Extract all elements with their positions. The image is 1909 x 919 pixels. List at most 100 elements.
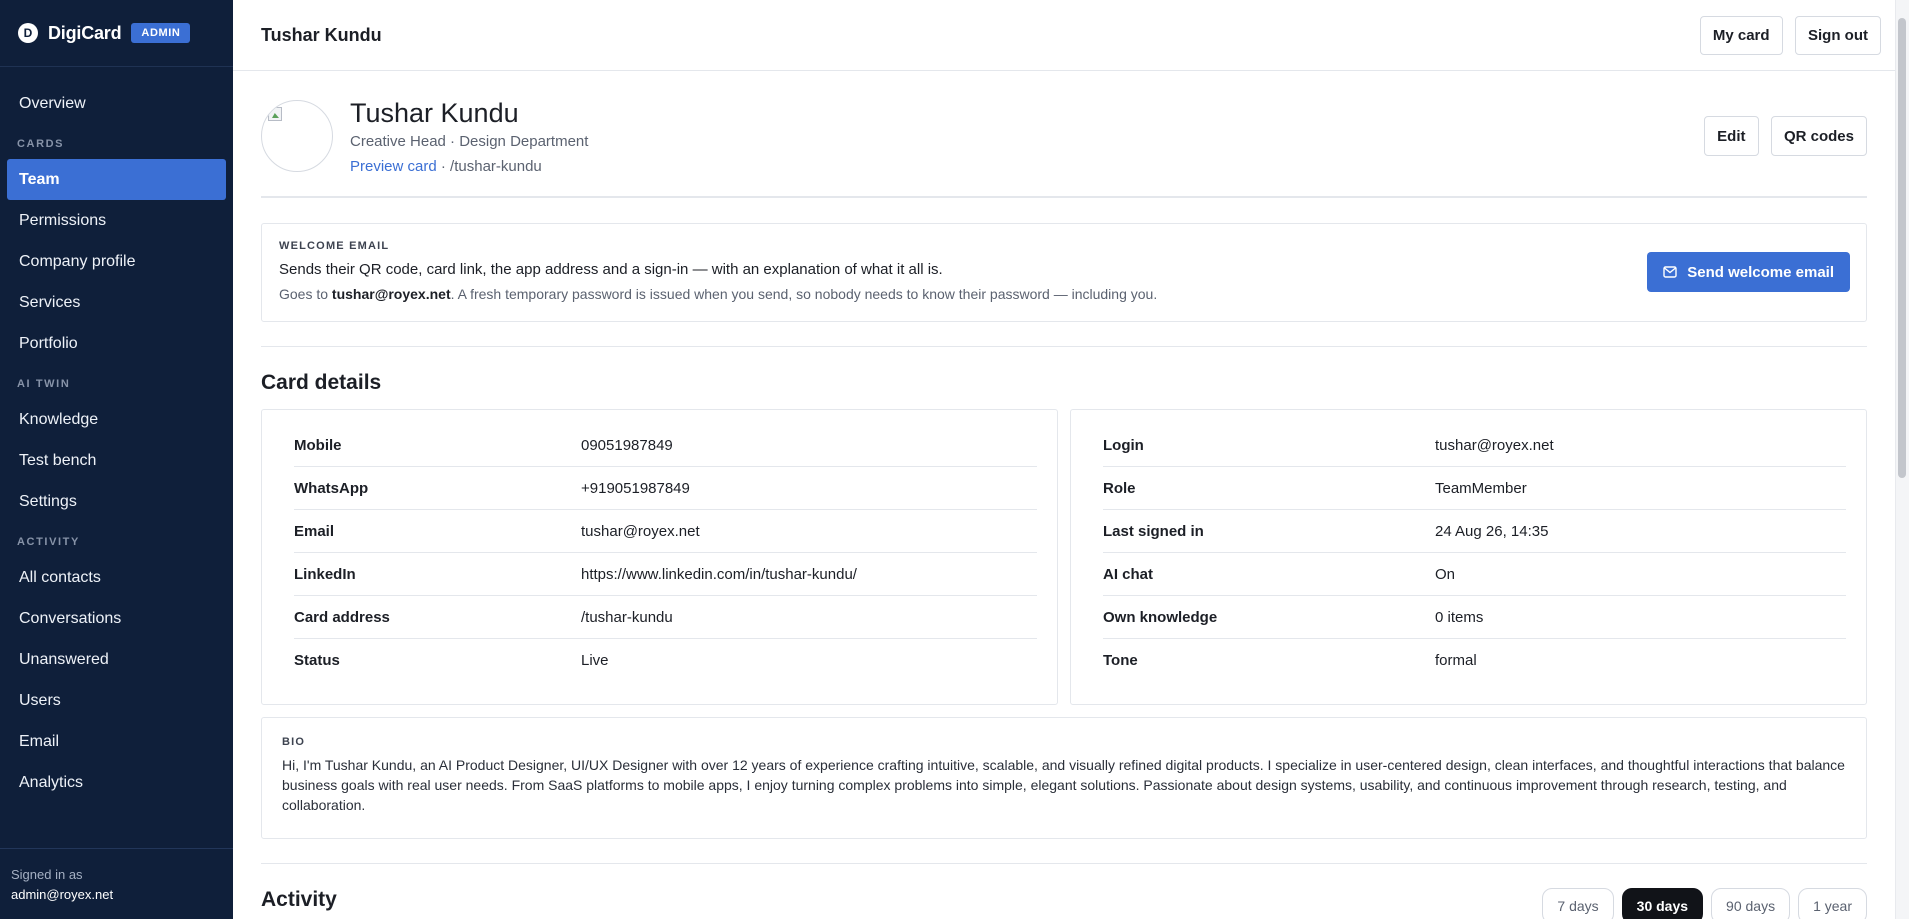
detail-key: WhatsApp — [294, 479, 369, 497]
detail-value: /tushar-kundu — [581, 608, 673, 626]
detail-key: AI chat — [1103, 565, 1154, 583]
brand-name: DigiCard — [48, 22, 122, 43]
welcome-email-panel: WELCOME EMAIL Sends their QR code, card … — [261, 223, 1867, 322]
content: Tushar Kundu Creative Head · Design Depa… — [233, 71, 1909, 919]
send-welcome-email-button[interactable]: Send welcome email — [1647, 252, 1850, 292]
scrollbar-thumb[interactable] — [1898, 18, 1906, 478]
detail-row-card-address: Card address/tushar-kundu — [294, 596, 1037, 639]
detail-value: Live — [581, 652, 609, 669]
nav-section-activity: ACTIVITY — [17, 536, 80, 548]
profile-name: Tushar Kundu — [350, 98, 519, 128]
profile-slug: /tushar-kundu — [450, 158, 542, 175]
sidebar-item-knowledge[interactable]: Knowledge — [7, 399, 226, 440]
profile-header: Tushar Kundu Creative Head · Design Depa… — [261, 71, 1867, 198]
detail-key: Status — [294, 652, 340, 669]
main-panel: Tushar Kundu My card Sign out Tushar Kun… — [233, 0, 1909, 919]
detail-key: Login — [1103, 436, 1144, 454]
sidebar-item-conversations[interactable]: Conversations — [7, 598, 226, 639]
range-7-days-button[interactable]: 7 days — [1542, 888, 1614, 919]
detail-key: Tone — [1103, 652, 1138, 669]
sidebar-item-analytics[interactable]: Analytics — [7, 762, 226, 803]
detail-row-login: Login tushar@royex.net — [1103, 424, 1846, 467]
detail-value: 09051987849 — [581, 436, 673, 454]
sidebar-item-test-bench[interactable]: Test bench — [7, 440, 226, 481]
sidebar-item-portfolio[interactable]: Portfolio — [7, 323, 226, 364]
profile-links: Preview card · /tushar-kundu — [350, 158, 588, 175]
detail-value: https://www.linkedin.com/in/tushar-kundu… — [581, 565, 857, 583]
card-details-title: Card details — [261, 371, 382, 394]
recipient-prefix: Goes to — [279, 286, 332, 302]
sidebar-item-services[interactable]: Services — [7, 282, 226, 323]
sidebar-item-unanswered[interactable]: Unanswered — [7, 639, 226, 680]
detail-row-own-knowledge: Own knowledge 0 items — [1103, 596, 1846, 639]
my-card-button[interactable]: My card — [1699, 15, 1783, 55]
avatar — [261, 100, 333, 172]
detail-row-tone: Tone formal — [1103, 639, 1846, 682]
welcome-email-recipient: Goes to tushar@royex.net. A fresh tempor… — [279, 286, 1850, 302]
range-90-days-button[interactable]: 90 days — [1711, 888, 1791, 919]
card-details-contact: Mobile 09051987849 WhatsApp +919051987849 … — [261, 409, 1058, 705]
section-divider — [261, 346, 1867, 347]
admin-badge: ADMIN — [131, 23, 191, 43]
bio-text: Hi, I'm Tushar Kundu, an AI Product Desi… — [282, 757, 1845, 813]
sidebar-item-settings[interactable]: Settings — [7, 481, 226, 522]
sidebar-item-all-contacts[interactable]: All contacts — [7, 557, 226, 598]
detail-row-status: Status Live — [294, 639, 1037, 682]
broken-image-icon — [268, 107, 282, 121]
nav-section-cards: CARDS — [17, 138, 65, 150]
card-details-account: Login tushar@royex.net Role TeamMember Las… — [1070, 409, 1867, 705]
detail-row-linkedin: LinkedIn https://www.linkedin.com/in/tush… — [294, 553, 1037, 596]
detail-key: Last signed in — [1103, 522, 1204, 540]
scrollbar[interactable] — [1895, 0, 1909, 919]
profile-link-separator: · — [436, 158, 451, 175]
page-title: Tushar Kundu — [261, 24, 382, 45]
detail-row-mobile: Mobile 09051987849 — [294, 424, 1037, 467]
brand-logo-icon: D — [18, 23, 38, 43]
profile-actions: Edit QR codes — [1696, 116, 1867, 156]
detail-value: tushar@royex.net — [1435, 436, 1554, 454]
detail-key: Email — [294, 522, 335, 540]
activity-range-selector: 7 days 30 days 90 days 1 year — [1542, 888, 1867, 919]
sidebar-item-overview[interactable]: Overview — [7, 83, 226, 124]
detail-value: +919051987849 — [581, 479, 690, 497]
welcome-email-description: Sends their QR code, card link, the app … — [279, 261, 943, 278]
mail-icon — [1663, 266, 1677, 278]
qr-codes-button[interactable]: QR codes — [1770, 116, 1867, 156]
detail-key: LinkedIn — [294, 565, 356, 583]
topbar-actions: My card Sign out — [1692, 15, 1881, 55]
detail-row-ai-chat: AI chat On — [1103, 553, 1846, 596]
sidebar-item-team[interactable]: Team — [7, 159, 226, 200]
send-welcome-email-label: Send welcome email — [1687, 263, 1834, 281]
detail-value: tushar@royex.net — [581, 522, 700, 540]
profile-info: Tushar Kundu Creative Head · Design Depa… — [350, 98, 588, 175]
sidebar-item-email[interactable]: Email — [7, 721, 226, 762]
bio-label: BIO — [282, 736, 306, 748]
detail-row-whatsapp: WhatsApp +919051987849 — [294, 467, 1037, 510]
sidebar-item-permissions[interactable]: Permissions — [7, 200, 226, 241]
detail-key: Role — [1103, 479, 1136, 497]
signed-in-panel: Signed in as admin@royex.net — [0, 848, 233, 919]
card-details: Mobile 09051987849 WhatsApp +919051987849 … — [261, 409, 1867, 705]
recipient-email: tushar@royex.net — [331, 286, 451, 302]
sidebar: D DigiCard ADMIN Overview CARDS Team Per… — [0, 0, 233, 919]
range-30-days-button[interactable]: 30 days — [1621, 888, 1704, 919]
welcome-email-label: WELCOME EMAIL — [279, 240, 390, 252]
edit-button[interactable]: Edit — [1704, 116, 1759, 156]
sidebar-item-company-profile[interactable]: Company profile — [7, 241, 226, 282]
detail-key: Card address — [294, 608, 390, 626]
detail-value: TeamMember — [1435, 479, 1527, 497]
recipient-suffix: . A fresh temporary password is issued w… — [450, 286, 1158, 302]
detail-value: 24 Aug 26, 14:35 — [1435, 522, 1549, 540]
signed-in-label: Signed in as — [11, 867, 83, 882]
app-root: D DigiCard ADMIN Overview CARDS Team Per… — [0, 0, 1909, 919]
detail-key: Mobile — [294, 436, 342, 454]
range-1-year-button[interactable]: 1 year — [1798, 888, 1867, 919]
sign-out-button[interactable]: Sign out — [1795, 15, 1881, 55]
sidebar-item-users[interactable]: Users — [7, 680, 226, 721]
bio-panel: BIO Hi, I'm Tushar Kundu, an AI Product … — [261, 717, 1867, 839]
detail-value: On — [1435, 565, 1456, 583]
preview-card-link[interactable]: Preview card — [350, 158, 437, 175]
profile-role: Creative Head · Design Department — [350, 133, 589, 150]
detail-key: Own knowledge — [1103, 608, 1218, 626]
activity-header: Activity 7 days 30 days 90 days 1 year — [261, 863, 1867, 919]
